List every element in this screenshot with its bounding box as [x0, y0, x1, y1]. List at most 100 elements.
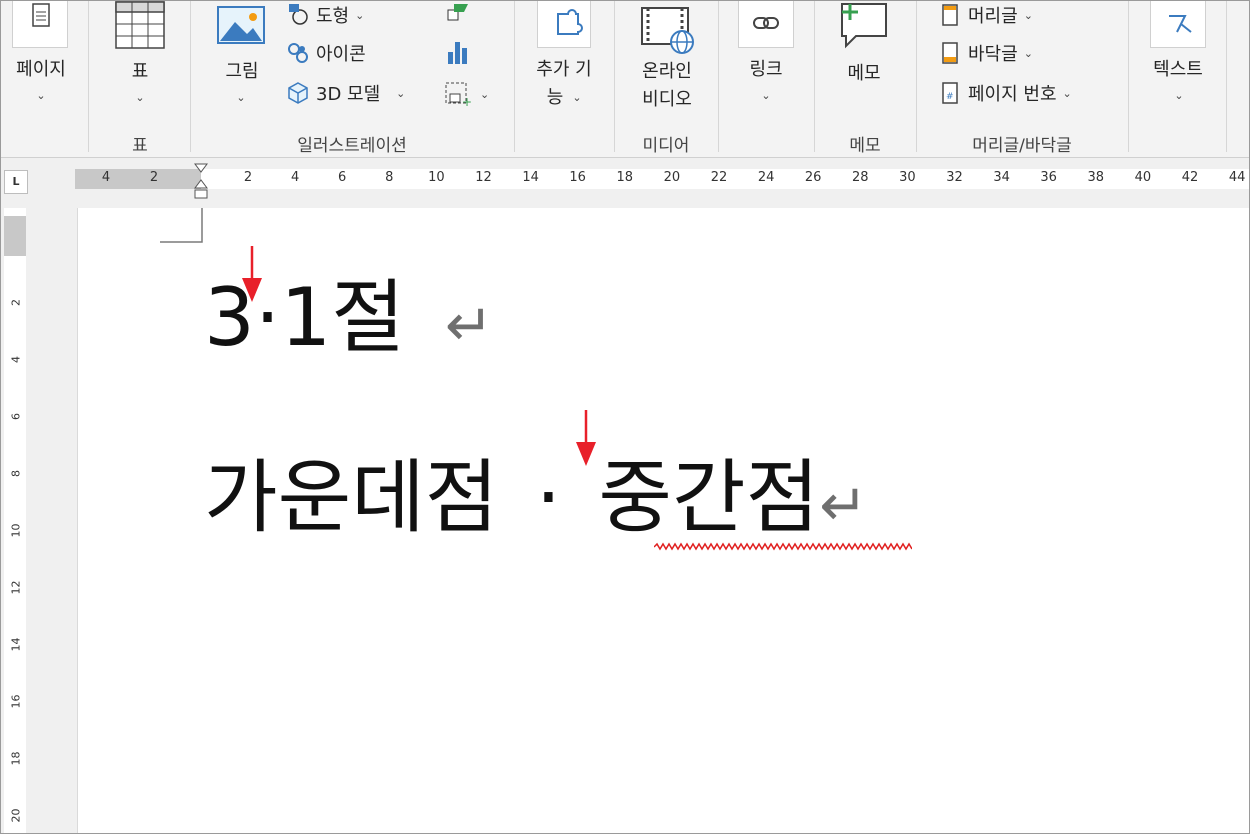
table-button[interactable] — [114, 0, 166, 52]
addins-label-line1[interactable]: 추가 기 — [522, 56, 606, 84]
page-icon — [32, 3, 50, 27]
icons-button[interactable]: 아이콘 — [286, 38, 366, 68]
page-number-icon: # — [942, 82, 958, 104]
smartart-button[interactable] — [444, 0, 470, 26]
chart-icon — [448, 42, 467, 64]
ruler-tick-label: 8 — [9, 470, 23, 477]
group-label-header-footer: 머리글/바닥글 — [972, 136, 1072, 156]
online-video-icon — [641, 7, 694, 54]
annotation-arrow-icon — [242, 246, 262, 302]
group-label-comments: 메모 — [849, 136, 881, 156]
ruler-tick-label: 4 — [290, 170, 300, 185]
footer-button[interactable]: 바닥글 ⌄ — [938, 38, 1033, 68]
chevron-down-icon[interactable]: ⌄ — [759, 90, 773, 102]
chevron-down-icon: ⌄ — [1023, 8, 1033, 22]
header-button[interactable]: 머리글 ⌄ — [938, 0, 1033, 30]
screenshot-button[interactable]: + ⌄ — [444, 80, 494, 109]
group-label-media: 미디어 — [642, 136, 690, 156]
page-button-label[interactable]: 페이지 — [4, 56, 78, 84]
annotation-arrow-icon — [576, 410, 596, 466]
doc-text-gaundejeom[interactable]: 가운데점 — [204, 451, 498, 544]
ruler-tick-label: 6 — [9, 413, 23, 420]
ruler-tick-label: 18 — [616, 170, 634, 185]
addins-label-line2[interactable]: 능 — [540, 84, 570, 112]
spellcheck-squiggle — [654, 542, 912, 551]
ribbon: 페이지 ⌄ 표 ⌄ 표 그림 ⌄ 도형 ⌄ 아이콘 3D 모델 ⌄ + ⌄ 일러… — [0, 0, 1250, 158]
doc-text-31[interactable]: 3·1절 — [204, 271, 405, 364]
shapes-icon — [289, 4, 308, 25]
addins-icon — [557, 9, 583, 35]
link-button-label[interactable]: 링크 — [736, 56, 796, 84]
ruler-tick-label: 12 — [9, 580, 23, 595]
ruler-tick-label: 2 — [149, 170, 159, 185]
ruler-tick-label: 20 — [9, 808, 23, 823]
ruler-tick-label: 34 — [993, 170, 1010, 185]
ruler-tick-label: 18 — [9, 751, 23, 766]
ruler-tick-label: 10 — [9, 523, 23, 538]
online-video-label-line2[interactable]: 비디오 — [626, 86, 708, 114]
chevron-down-icon[interactable]: ⌄ — [1172, 90, 1186, 102]
svg-text:⌄: ⌄ — [480, 88, 489, 101]
ruler-tick-label: 4 — [9, 356, 23, 363]
footer-icon — [942, 42, 958, 64]
icons-label: 아이콘 — [316, 44, 366, 65]
ruler-tick-label: 2 — [9, 299, 23, 306]
horizontal-ruler[interactable]: 4 2 2 4 6 8 10 12 14 16 18 20 22 24 26 28 30 32 34 36 38 40 42… — [0, 158, 1250, 208]
indent-marker[interactable] — [192, 162, 212, 212]
doc-text-junggan[interactable]: 중간점 — [598, 451, 819, 544]
doc-middot[interactable]: · — [498, 458, 598, 538]
chevron-down-icon[interactable]: ⌄ — [234, 92, 248, 104]
picture-icon — [217, 6, 265, 44]
ruler-tick-label: 36 — [1040, 170, 1057, 185]
ruler-tick-label: 24 — [757, 170, 775, 185]
svg-text:#: # — [946, 92, 954, 102]
table-button-label[interactable]: 표 — [120, 58, 160, 86]
chevron-down-icon[interactable]: ⌄ — [34, 90, 48, 102]
ruler-tick-label: 14 — [522, 170, 539, 185]
cube-icon — [288, 82, 308, 104]
footer-label: 바닥글 — [968, 44, 1018, 65]
ruler-tick-label: 2 — [243, 170, 253, 185]
chevron-down-icon[interactable]: ⌄ — [570, 92, 584, 104]
tab-selector[interactable]: L — [4, 170, 28, 194]
vertical-ruler[interactable]: 2 4 6 8 10 12 14 16 18 20 — [0, 208, 33, 834]
group-label-table: 표 — [132, 136, 148, 156]
ruler-tick-label: 44 — [1228, 170, 1246, 185]
ruler-tick-label: 14 — [9, 637, 23, 652]
ruler-tick-label: 16 — [569, 170, 586, 185]
picture-button[interactable] — [215, 4, 269, 48]
addins-button[interactable] — [537, 0, 591, 48]
text-button-label[interactable]: 텍스트 — [1140, 56, 1216, 84]
shapes-button[interactable]: 도형 ⌄ — [286, 0, 364, 30]
ruler-tick-label: 10 — [428, 170, 445, 185]
page-button[interactable] — [12, 0, 68, 48]
online-video-label-line1[interactable]: 온라인 — [626, 58, 708, 86]
ruler-tick-label: 26 — [804, 170, 822, 185]
online-video-button[interactable] — [640, 6, 696, 56]
text-button[interactable] — [1150, 0, 1206, 48]
page-number-button[interactable]: # 페이지 번호 ⌄ — [938, 78, 1072, 108]
page-margin-area — [33, 208, 77, 834]
picture-button-label[interactable]: 그림 — [212, 58, 272, 86]
header-label: 머리글 — [968, 6, 1018, 27]
chevron-down-icon: ⌄ — [1023, 46, 1033, 60]
chart-button[interactable] — [444, 38, 470, 66]
link-button[interactable] — [738, 0, 794, 48]
doc-line-2[interactable]: 가운데점 · 중간점↵ — [204, 458, 868, 538]
3d-models-button[interactable]: 3D 모델 ⌄ — [286, 78, 405, 108]
paragraph-mark-icon: ↵ — [819, 471, 868, 539]
chevron-down-icon: ⌄ — [396, 86, 406, 100]
ruler-tick-label: 30 — [899, 170, 916, 185]
chevron-down-icon: ⌄ — [1062, 86, 1072, 100]
comment-button-label[interactable]: 메모 — [836, 60, 892, 88]
chevron-down-icon[interactable]: ⌄ — [133, 92, 147, 104]
chevron-down-icon: ⌄ — [355, 8, 365, 22]
ruler-tick-label: 32 — [946, 170, 963, 185]
ruler-tick-label: 22 — [710, 170, 728, 185]
comment-icon — [841, 3, 887, 49]
comment-button[interactable] — [836, 0, 892, 52]
shapes-label: 도형 — [316, 6, 350, 27]
ruler-tick-label: 28 — [852, 170, 869, 185]
ruler-tick-label: 12 — [475, 170, 492, 185]
group-label-illustrations: 일러스트레이션 — [297, 136, 407, 156]
